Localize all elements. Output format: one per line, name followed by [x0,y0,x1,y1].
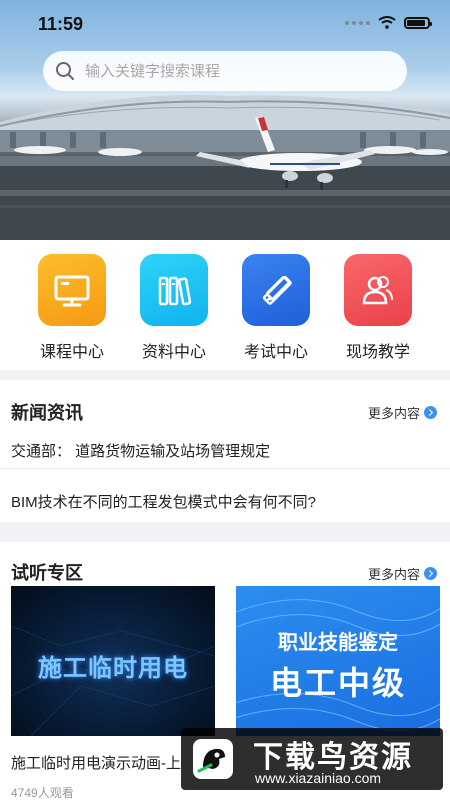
hero-banner[interactable]: 11:59 [0,0,450,240]
chevron-right-icon [424,567,437,580]
divider [0,468,450,469]
course-card-thumbnail[interactable]: 施工临时用电 [11,586,215,736]
news-item[interactable]: BIM技术在不同的工程发包模式中会有何不同? [11,491,316,512]
thumbnail-text-line2: 电工中级 [269,665,406,701]
monitor-icon [38,254,106,326]
category-grid: 课程中心 资料中心 考试中心 现场教学 [0,240,450,370]
category-label: 课程中心 [39,344,104,361]
category-label: 考试中心 [243,344,308,361]
search-bar[interactable] [43,51,407,91]
news-section: 新闻资讯 更多内容 交通部： 道路货物运输及站场管理规定 BIM技术在不同的工程… [0,380,450,522]
status-bar: 11:59 [0,0,450,44]
chevron-right-icon [424,406,437,419]
books-icon [140,254,208,326]
pencil-ruler-icon [242,254,310,326]
bird-logo-icon [193,739,233,779]
thumbnail-text: 施工临时用电 [38,655,188,682]
course-card-title[interactable]: 施工临时用电演示动画-上 [11,752,181,773]
search-input[interactable] [85,62,385,80]
watermark: 下载鸟资源 www.xiazainiao.com [181,728,443,790]
thumbnail-text-line1: 职业技能鉴定 [278,632,398,654]
category-exam-center[interactable]: 考试中心 [231,254,321,362]
news-more-link[interactable]: 更多内容 [368,403,437,422]
news-item[interactable]: 交通部： 道路货物运输及站场管理规定 [11,440,270,461]
more-label: 更多内容 [367,567,420,582]
course-card-thumbnail[interactable]: 职业技能鉴定 电工中级 [236,586,440,736]
status-time: 11:59 [38,14,84,34]
users-icon [344,254,412,326]
signal-icon [345,20,370,25]
category-material-center[interactable]: 资料中心 [129,254,219,362]
category-onsite-teaching[interactable]: 现场教学 [333,254,423,362]
watermark-url: www.xiazainiao.com [255,770,382,786]
more-label: 更多内容 [367,406,420,421]
news-section-title: 新闻资讯 [11,403,83,423]
wifi-icon [378,16,396,29]
battery-icon [404,16,432,29]
search-icon [56,62,74,80]
category-label: 资料中心 [141,344,206,361]
trial-section-title: 试听专区 [11,563,83,583]
trial-more-link[interactable]: 更多内容 [368,564,437,583]
course-card-views: 4749人观看 [11,786,74,800]
category-course-center[interactable]: 课程中心 [27,254,117,362]
category-label: 现场教学 [345,344,410,361]
